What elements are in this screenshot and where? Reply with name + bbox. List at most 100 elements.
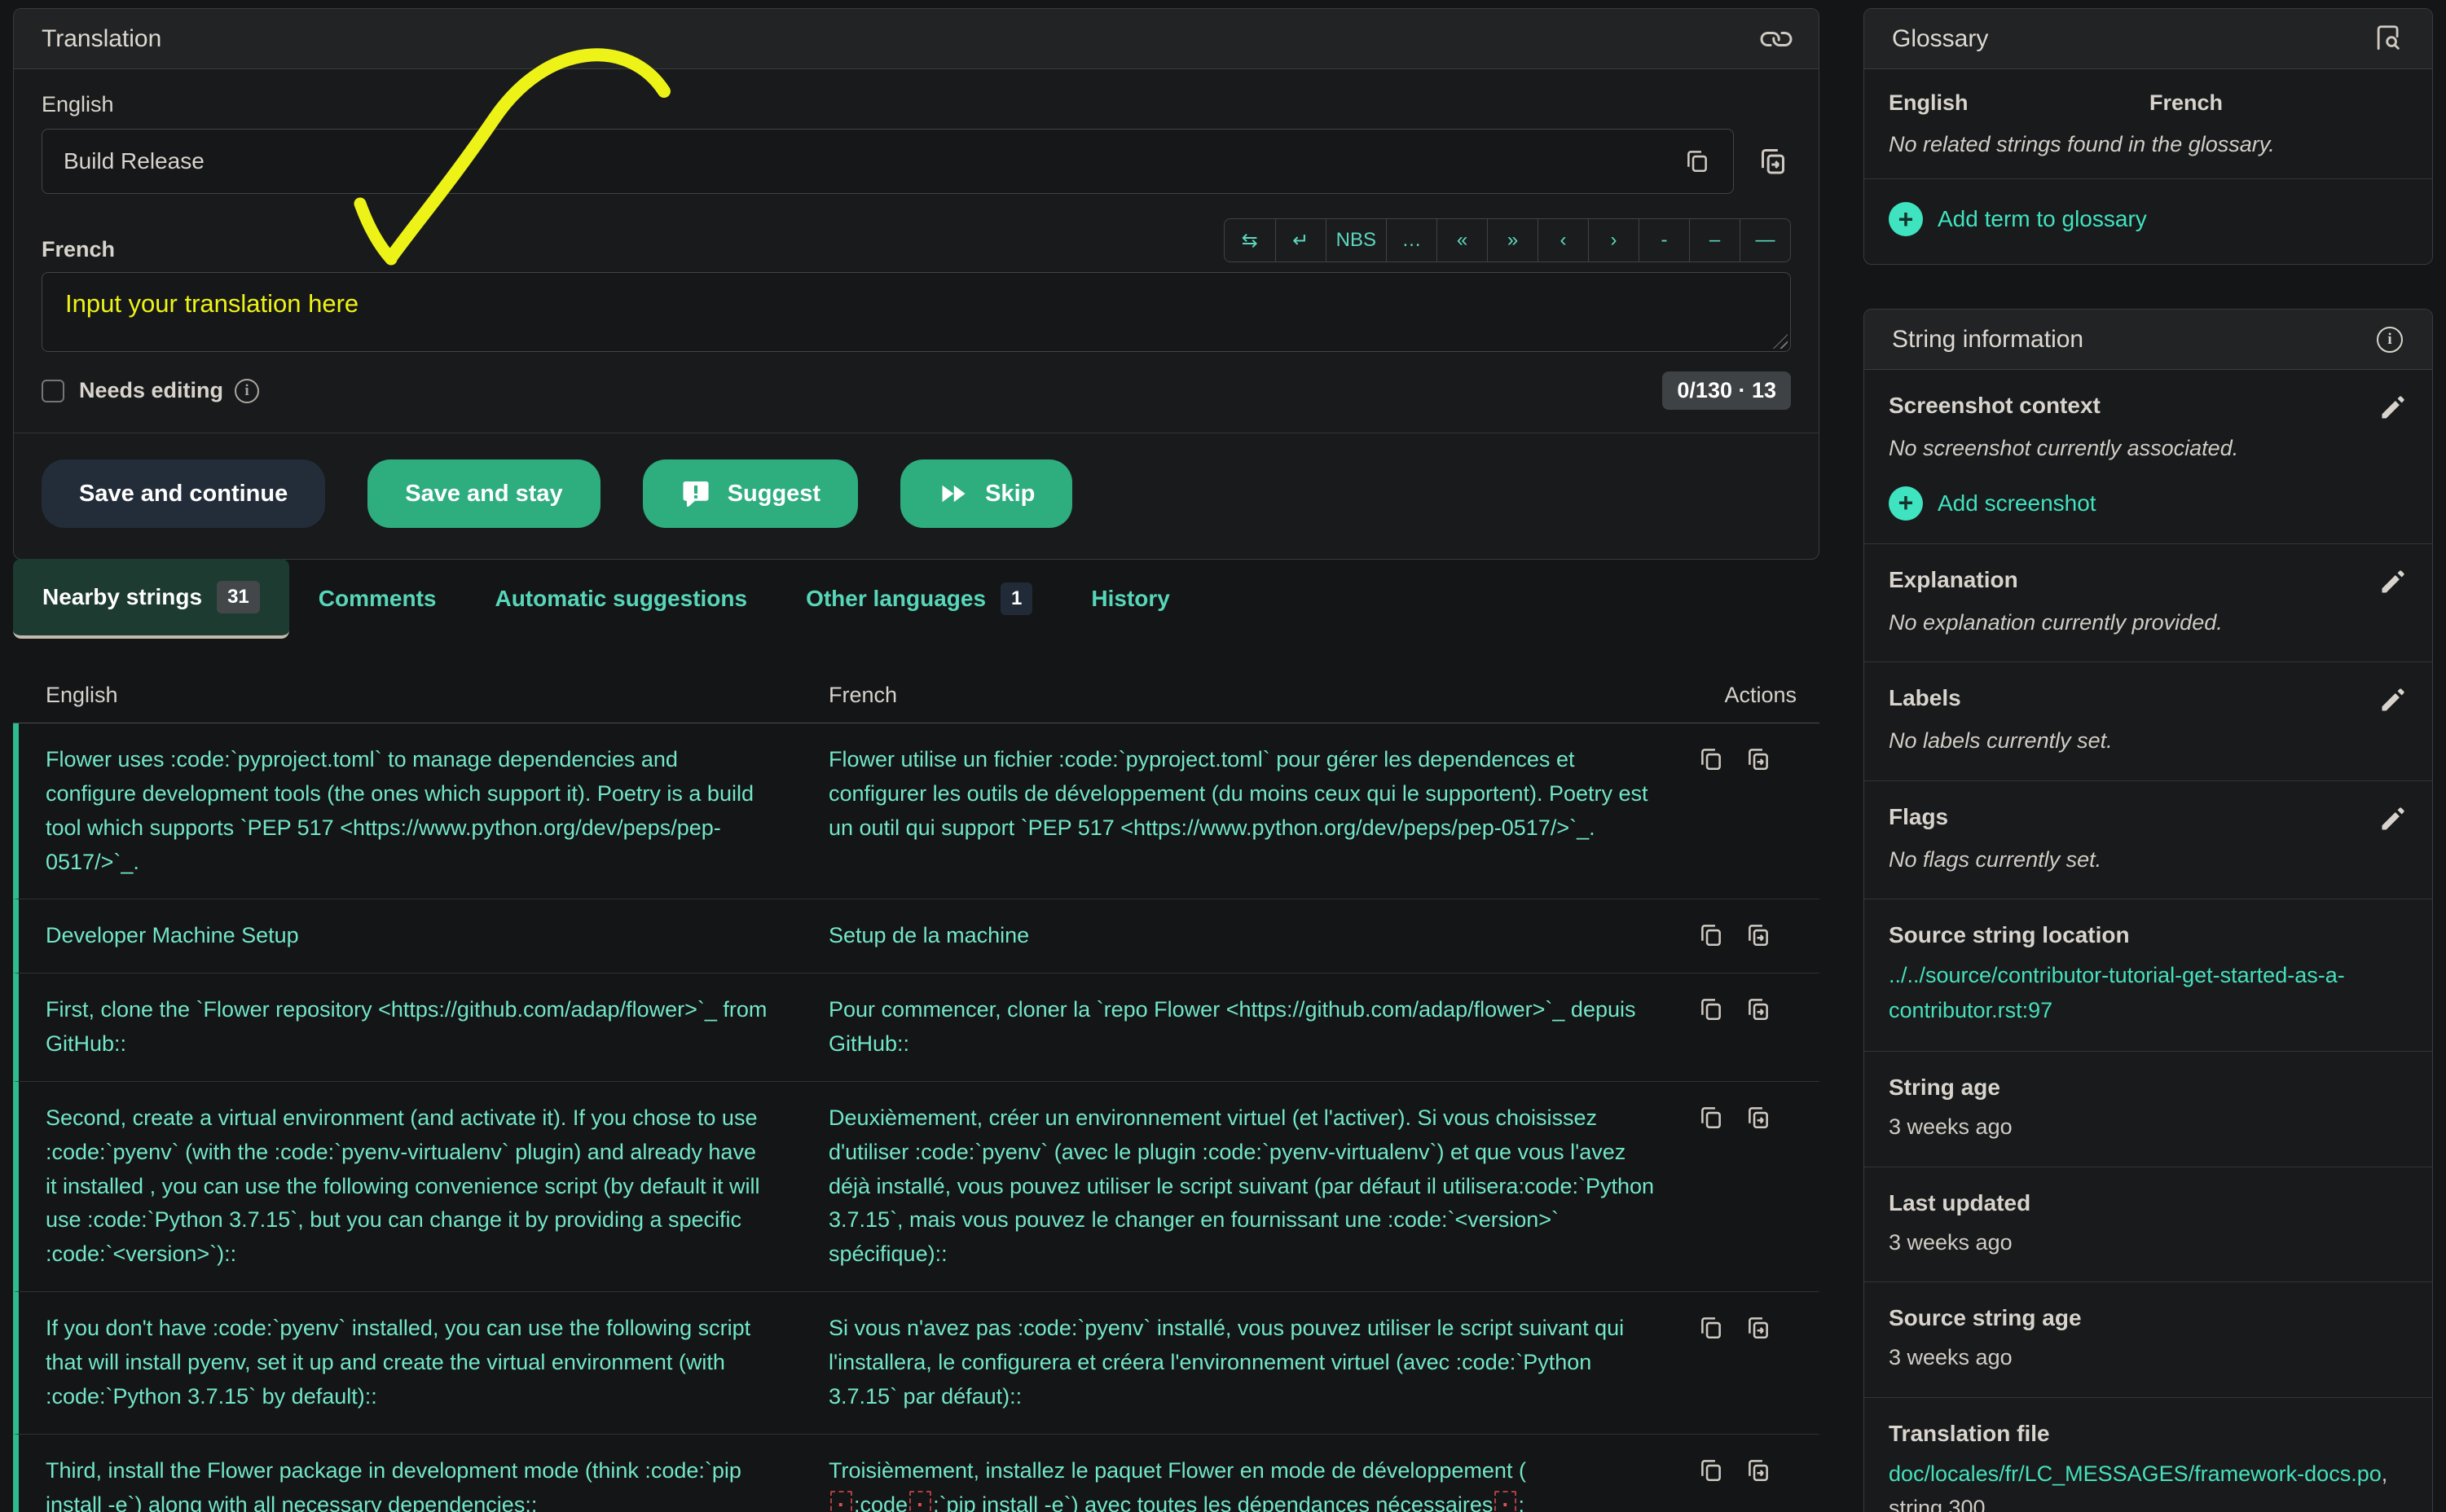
toolbar-char-button-6[interactable]: ‹ [1538,219,1588,262]
table-row[interactable]: Second, create a virtual environment (an… [13,1082,1819,1292]
table-cell: Setup de la machine [829,919,1697,953]
row-copy-button[interactable] [1697,1103,1725,1131]
copy-icon [1697,1103,1725,1131]
section-title: Explanation [1889,567,2018,593]
table-cell: Developer Machine Setup [46,919,829,953]
row-copy-to-editor-button[interactable] [1744,1103,1772,1131]
browse-glossary-button[interactable] [2372,23,2404,55]
edit-section-button[interactable] [2378,685,2408,714]
glossary-col-english: English [1889,90,2149,116]
add-screenshot-link[interactable]: +Add screenshot [1889,486,2408,521]
table-row[interactable]: Third, install the Flower package in dev… [13,1435,1819,1512]
section-title-row: Screenshot context [1889,393,2408,422]
section-title: Screenshot context [1889,393,2101,419]
copy-icon [1697,921,1725,948]
table-row[interactable]: First, clone the `Flower repository <htt… [13,974,1819,1082]
target-language-label: French [42,237,115,262]
section-title-row: Source string age [1889,1305,2408,1331]
save-and-continue-button[interactable]: Save and continue [42,459,325,528]
suggest-button[interactable]: Suggest [643,459,858,528]
copy-source-button[interactable] [1683,147,1712,176]
section-link[interactable]: doc/locales/fr/LC_MESSAGES/framework-doc… [1889,1461,2382,1486]
section-title: Translation file [1889,1421,2050,1447]
resize-handle[interactable] [1773,334,1788,349]
section-title: Labels [1889,685,1961,711]
row-actions [1697,1101,1819,1272]
copy-to-editor-icon [1744,1456,1772,1483]
row-actions [1697,993,1819,1061]
string-info-help-button[interactable]: i [2375,325,2404,354]
row-copy-to-editor-button[interactable] [1744,921,1772,948]
special-chars-toolbar: ⇆↵NBS…«»‹›-–— [1224,218,1791,262]
info-icon: i [2377,327,2403,353]
row-copy-button[interactable] [1697,995,1725,1022]
column-header-actions: Actions [1697,683,1819,708]
toolbar-char-button-4[interactable]: « [1436,219,1487,262]
section-body: No screenshot currently associated. [1889,432,2408,465]
table-cell: Pour commencer, cloner la `repo Flower <… [829,993,1697,1061]
glossary-search-icon [2373,23,2404,54]
needs-editing-checkbox[interactable] [42,380,64,402]
tab-automatic-suggestions[interactable]: Automatic suggestions [465,559,776,639]
edit-section-button[interactable] [2378,804,2408,833]
tab-comments[interactable]: Comments [289,559,466,639]
table-row[interactable]: Flower uses :code:`pyproject.toml` to ma… [13,723,1819,899]
edit-section-button[interactable] [2378,567,2408,596]
toolbar-char-button-2[interactable]: NBS [1326,219,1386,262]
glossary-empty-message: No related strings found in the glossary… [1864,121,2432,179]
suggest-bubble-icon [680,478,711,509]
needs-editing-info-icon[interactable]: i [235,379,259,403]
add-term-label: Add term to glossary [1938,206,2147,232]
permalink-button[interactable] [1762,24,1791,54]
section-title-row: Explanation [1889,567,2408,596]
toolbar-char-button-8[interactable]: - [1639,219,1689,262]
row-copy-button[interactable] [1697,1456,1725,1483]
skip-button[interactable]: Skip [900,459,1072,528]
toolbar-char-button-3[interactable]: … [1386,219,1436,262]
add-term-to-glossary-link[interactable]: + Add term to glossary [1889,202,2408,236]
section-title: Source string location [1889,922,2130,948]
tab-nearby-strings[interactable]: Nearby strings 31 [13,559,289,639]
edit-section-button[interactable] [2378,393,2408,422]
section-title-row: Translation file [1889,1421,2408,1447]
string-info-section: Source string age3 weeks ago [1864,1282,2432,1398]
table-header: English French Actions [13,673,1819,723]
row-copy-to-editor-button[interactable] [1744,1456,1772,1483]
row-copy-to-editor-button[interactable] [1744,1313,1772,1341]
tab-history[interactable]: History [1062,559,1199,639]
tab-other-languages[interactable]: Other languages 1 [776,559,1062,639]
table-cell: Flower uses :code:`pyproject.toml` to ma… [46,743,829,879]
detail-tabs: Nearby strings 31 Comments Automatic sug… [13,559,1199,639]
tab-count-badge: 31 [217,581,260,613]
toolbar-char-button-0[interactable]: ⇆ [1225,219,1275,262]
translation-editor[interactable]: Input your translation here [42,272,1791,352]
row-copy-button[interactable] [1697,921,1725,948]
toolbar-char-button-7[interactable]: › [1588,219,1639,262]
translation-editor-text: Input your translation here [65,289,359,318]
translation-panel-title: Translation [42,25,161,53]
section-link[interactable]: ../../source/contributor-tutorial-get-st… [1889,963,2345,1022]
string-information-panel: String information i Screenshot contextN… [1863,309,2433,1512]
skip-button-label: Skip [985,481,1035,508]
table-cell: Troisièmement, installez le paquet Flowe… [829,1454,1697,1512]
pencil-icon [2378,685,2408,714]
copy-to-editor-icon [1744,1313,1772,1341]
toolbar-char-button-9[interactable]: – [1689,219,1740,262]
row-copy-button[interactable] [1697,745,1725,772]
toolbar-char-button-1[interactable]: ↵ [1275,219,1326,262]
translation-panel: Translation English Build Release [13,8,1819,560]
save-and-stay-button[interactable]: Save and stay [367,459,600,528]
row-copy-to-editor-button[interactable] [1744,995,1772,1022]
table-row[interactable]: Developer Machine SetupSetup de la machi… [13,899,1819,974]
toolbar-char-button-5[interactable]: » [1487,219,1538,262]
copy-source-to-translation-button[interactable] [1755,143,1791,179]
row-copy-to-editor-button[interactable] [1744,745,1772,772]
toolbar-char-button-10[interactable]: — [1740,219,1790,262]
row-copy-button[interactable] [1697,1313,1725,1341]
tab-label: Comments [319,586,437,612]
copy-icon [1697,745,1725,772]
copy-icon [1697,1313,1725,1341]
section-body: No flags currently set. [1889,843,2408,877]
table-row[interactable]: If you don't have :code:`pyenv` installe… [13,1292,1819,1435]
table-cell: If you don't have :code:`pyenv` installe… [46,1312,829,1414]
